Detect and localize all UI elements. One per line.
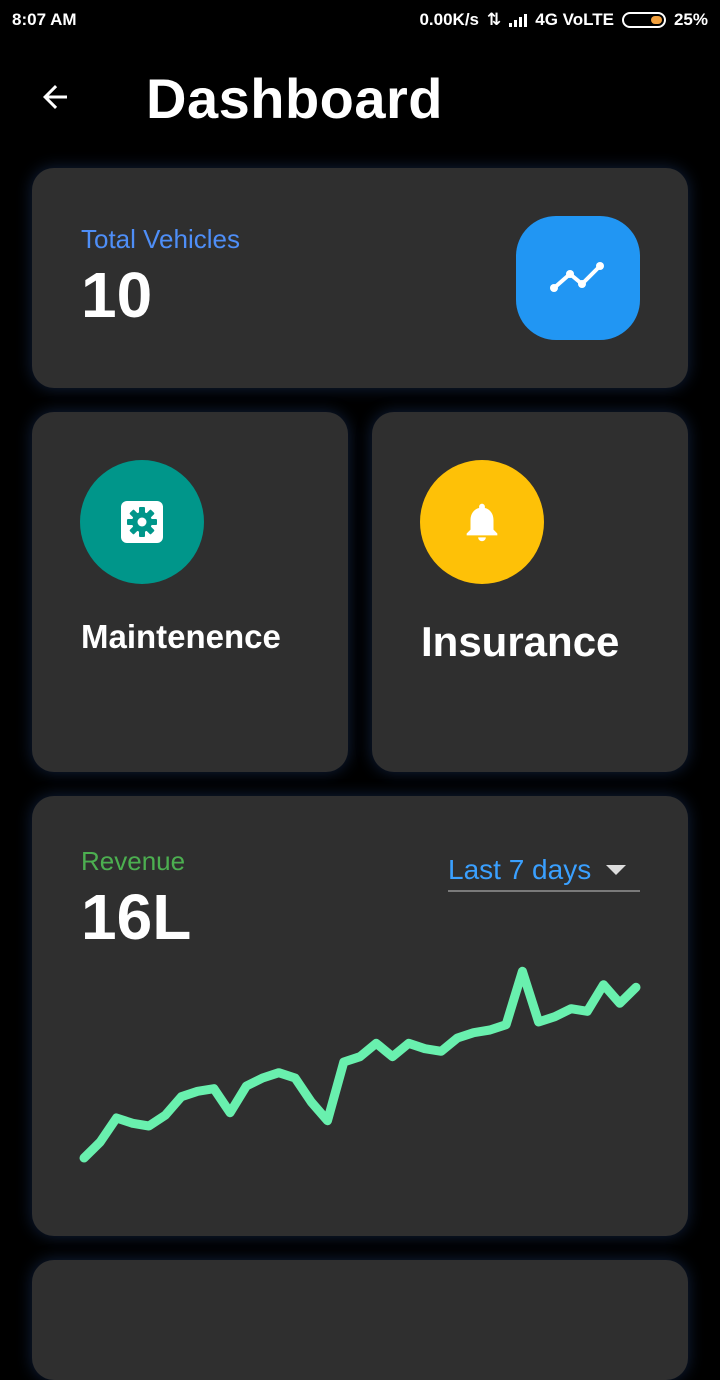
- network-type: 4G VoLTE: [535, 10, 614, 29]
- revenue-series-line: [79, 966, 641, 1163]
- maintenance-label: Maintenence: [81, 618, 281, 655]
- bell-icon: [466, 503, 498, 542]
- maintenance-card[interactable]: Maintenence: [32, 412, 348, 772]
- page-title: Dashboard: [146, 67, 443, 130]
- back-button[interactable]: [30, 72, 80, 122]
- total-vehicles-card[interactable]: Total Vehicles 10: [32, 168, 688, 388]
- total-vehicles-value: 10: [81, 259, 153, 331]
- signal-icon: [509, 13, 528, 27]
- total-vehicles-label: Total Vehicles: [81, 224, 240, 254]
- next-card: [32, 1260, 688, 1380]
- insurance-icon-circle: [420, 460, 544, 584]
- battery-icon: [621, 12, 666, 28]
- trend-icon: [550, 262, 604, 292]
- status-indicators: 0.00K/s ⇅ 4G VoLTE 25%: [419, 10, 708, 30]
- data-transfer-icon: ⇅: [487, 10, 502, 29]
- status-bar: 8:07 AM 0.00K/s ⇅ 4G VoLTE 25%: [0, 0, 720, 40]
- trend-button[interactable]: [516, 216, 640, 340]
- arrow-left-icon: [43, 85, 67, 109]
- revenue-line-chart: [79, 966, 641, 1163]
- status-time: 8:07 AM: [12, 10, 77, 29]
- battery-level: 25%: [673, 10, 708, 29]
- gear-icon: [121, 501, 163, 543]
- insurance-card[interactable]: Insurance: [372, 412, 688, 772]
- app-header: Dashboard: [0, 56, 720, 136]
- net-speed: 0.00K/s: [419, 10, 479, 29]
- insurance-label: Insurance: [421, 618, 620, 665]
- revenue-card: Revenue 16L Last 7 days: [32, 796, 688, 1236]
- maintenance-icon-circle: [80, 460, 204, 584]
